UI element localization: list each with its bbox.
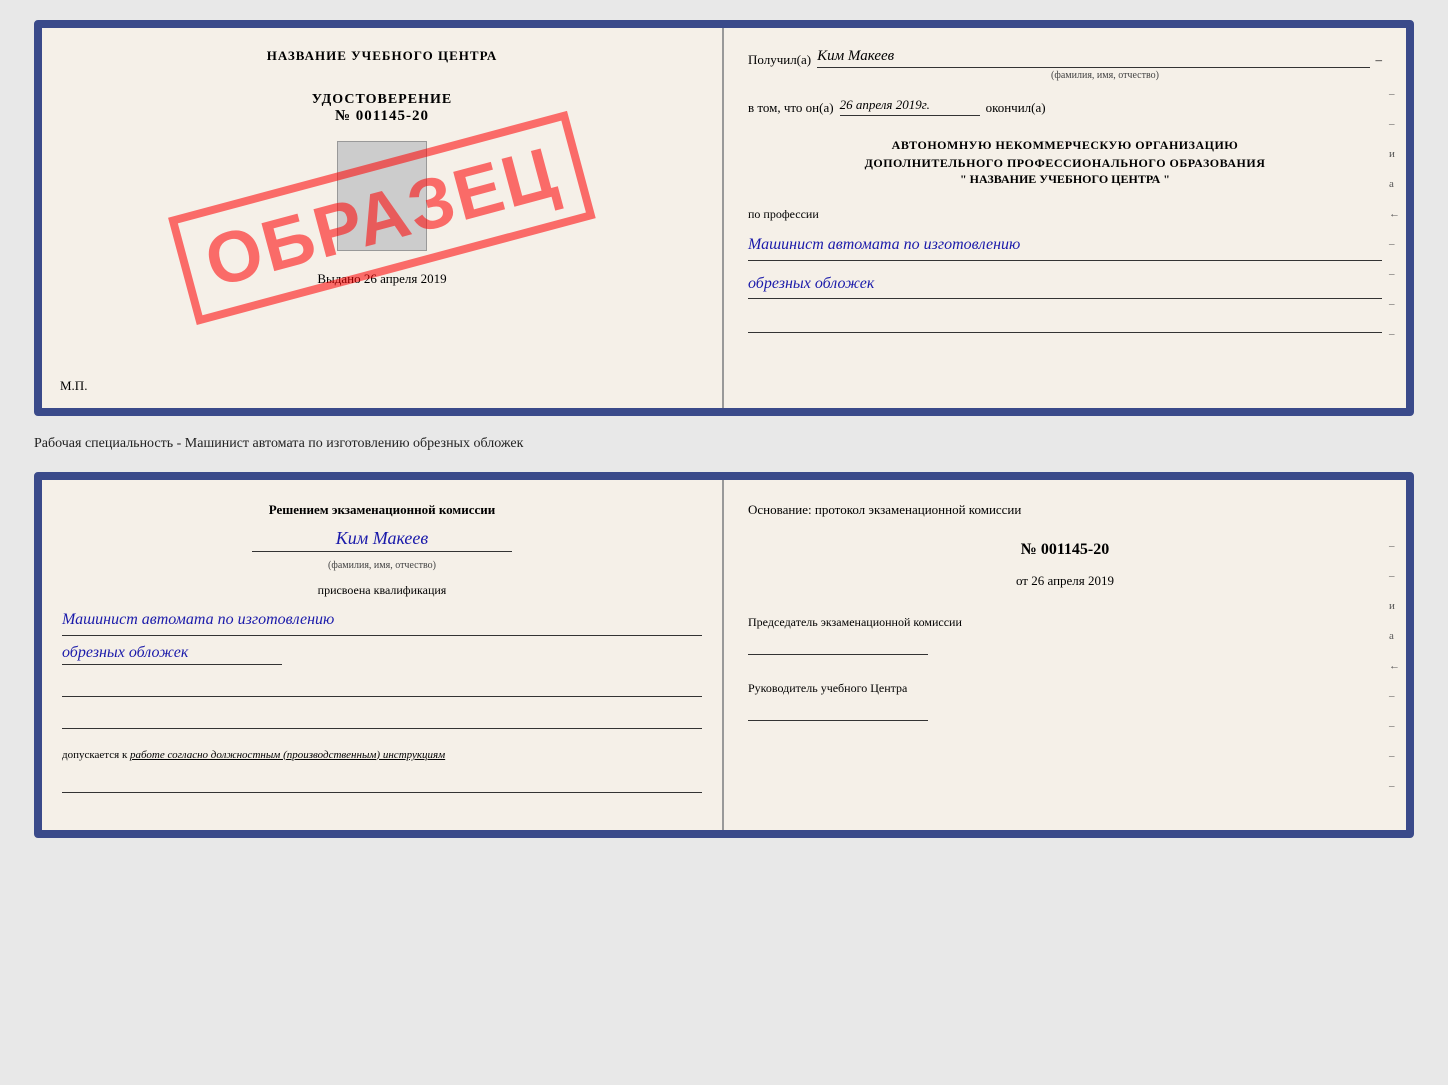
profession-line1: Машинист автомата по изготовлению	[748, 232, 1382, 261]
qual-line2: обрезных обложек	[62, 644, 282, 665]
udost-number: № 001145-20	[312, 108, 452, 125]
vydano-label: Выдано	[317, 271, 360, 286]
ot-date: 26 апреля 2019	[1031, 573, 1114, 588]
proprofessii-label: по профессии	[748, 207, 1382, 222]
top-doc-right: Получил(а) Ким Макеев – (фамилия, имя, о…	[724, 28, 1406, 408]
vtom-date: 26 апреля 2019г.	[840, 97, 980, 116]
rukovoditel-block: Руководитель учебного Центра	[748, 679, 1382, 721]
dopuskaetsia-text: допускается к работе согласно должностны…	[62, 747, 445, 764]
bottom-underline	[62, 775, 702, 793]
qual-line1: Машинист автомата по изготовлению	[62, 606, 702, 636]
profession-line2: обрезных обложек	[748, 271, 1382, 300]
separator-label: Рабочая специальность - Машинист автомат…	[34, 432, 1414, 456]
vtom-okoncil: окончил(а)	[986, 100, 1046, 116]
predsedatel-block: Председатель экзаменационной комиссии	[748, 613, 1382, 655]
vtom-label: в том, что он(а)	[748, 100, 834, 116]
top-doc-left: НАЗВАНИЕ УЧЕБНОГО ЦЕНТРА УДОСТОВЕРЕНИЕ №…	[42, 28, 724, 408]
dopuskaetsia-italic: работе согласно должностным (производств…	[130, 749, 445, 761]
bottom-fio-sub: (фамилия, имя, отчество)	[328, 560, 436, 571]
right-side-marks-bottom: – – и а ← – – – –	[1389, 540, 1400, 792]
photo-placeholder	[337, 141, 427, 251]
blank-line-1	[62, 677, 702, 697]
protocol-number: № 001145-20	[748, 541, 1382, 559]
vtom-row: в том, что он(а) 26 апреля 2019г. окончи…	[748, 97, 1382, 116]
bottom-document: Решением экзаменационной комиссии Ким Ма…	[34, 472, 1414, 838]
predsedatel-label: Председатель экзаменационной комиссии	[748, 613, 1382, 631]
poluchil-label: Получил(а)	[748, 52, 811, 68]
udost-label: УДОСТОВЕРЕНИЕ	[312, 92, 452, 108]
bottom-doc-left: Решением экзаменационной комиссии Ким Ма…	[42, 480, 724, 830]
prisvoena-text: присвоена квалификация	[62, 583, 702, 598]
vydano-date: 26 апреля 2019	[364, 271, 447, 286]
right-side-marks: – – и а ← – – – –	[1389, 88, 1400, 340]
dopuskaetsia-label: допускается к	[62, 749, 127, 761]
bottom-fio-name: Ким Макеев	[252, 528, 512, 552]
bottom-doc-right: Основание: протокол экзаменационной коми…	[724, 480, 1406, 830]
predsedatel-sign-line	[748, 635, 928, 655]
recipient-name: Ким Макеев	[817, 48, 1369, 68]
poluchil-row: Получил(а) Ким Макеев – (фамилия, имя, о…	[748, 48, 1382, 81]
dash: –	[1376, 52, 1383, 68]
ruk-label: Руководитель учебного Центра	[748, 679, 1382, 697]
ot-line: от 26 апреля 2019	[748, 573, 1382, 589]
ot-label: от	[1016, 573, 1028, 588]
top-title: НАЗВАНИЕ УЧЕБНОГО ЦЕНТРА	[267, 48, 498, 64]
ruk-sign-line	[748, 701, 928, 721]
org-line2: ДОПОЛНИТЕЛЬНОГО ПРОФЕССИОНАЛЬНОГО ОБРАЗО…	[748, 154, 1382, 172]
top-document: НАЗВАНИЕ УЧЕБНОГО ЦЕНТРА УДОСТОВЕРЕНИЕ №…	[34, 20, 1414, 416]
osnovanie-text: Основание: протокол экзаменационной коми…	[748, 500, 1382, 521]
resheniem-text: Решением экзаменационной комиссии	[62, 500, 702, 520]
vydano-line: Выдано 26 апреля 2019	[317, 271, 446, 287]
mp-label: М.П.	[60, 378, 87, 394]
udostoverenie-block: УДОСТОВЕРЕНИЕ № 001145-20	[312, 92, 452, 125]
org-line1: АВТОНОМНУЮ НЕКОММЕРЧЕСКУЮ ОРГАНИЗАЦИЮ	[748, 136, 1382, 154]
profession-blank-line	[748, 311, 1382, 333]
blank-line-2	[62, 709, 702, 729]
org-block: АВТОНОМНУЮ НЕКОММЕРЧЕСКУЮ ОРГАНИЗАЦИЮ ДО…	[748, 136, 1382, 187]
fio-subtext-top: (фамилия, имя, отчество)	[828, 70, 1382, 81]
org-name: " НАЗВАНИЕ УЧЕБНОГО ЦЕНТРА "	[748, 172, 1382, 187]
